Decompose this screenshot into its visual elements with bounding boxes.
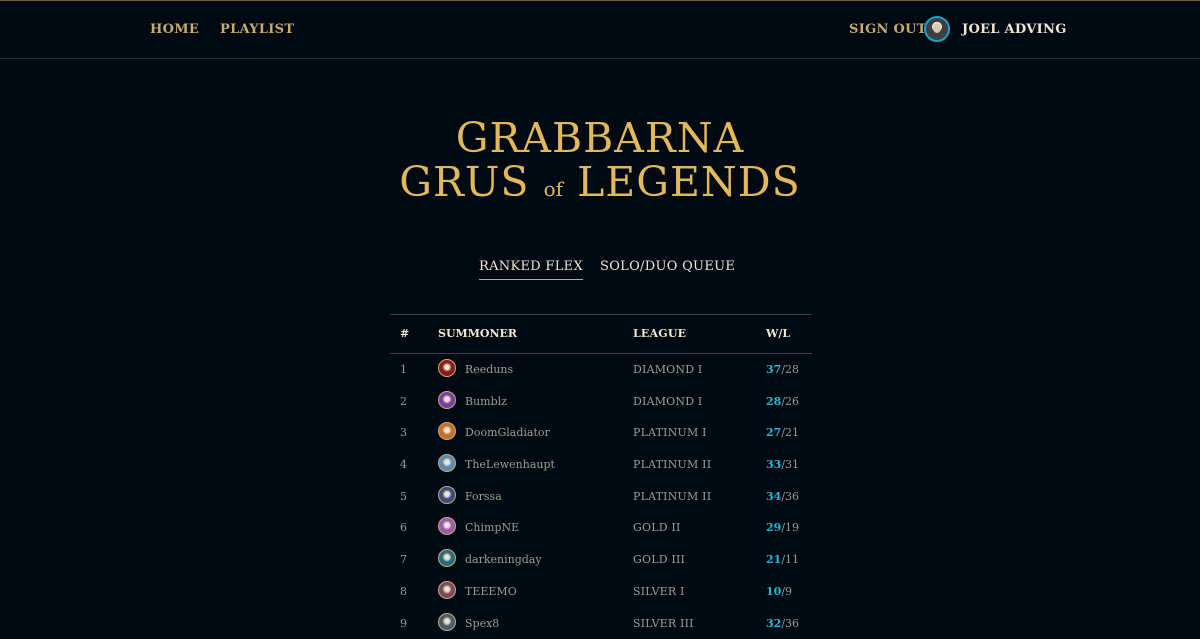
row-rank: 4	[400, 458, 407, 471]
summoner-name[interactable]: DoomGladiator	[465, 426, 550, 439]
leaderboard-table: # SUMMONER LEAGUE W/L 1 Reeduns DIAMOND I 3…	[390, 314, 812, 639]
table-body: 1 Reeduns DIAMOND I 37/28 2 Bumblz DIAMOND I 28…	[390, 354, 812, 639]
losses-count: 9	[785, 585, 792, 598]
tab-solo-duo-queue[interactable]: SOLO/DUO QUEUE	[600, 259, 735, 274]
wins-count: 32	[766, 617, 781, 630]
league-name: PLATINUM I	[633, 426, 707, 439]
row-rank: 3	[400, 426, 407, 439]
row-rank: 6	[400, 521, 407, 534]
table-row[interactable]: 4 TheLewenhaupt PLATINUM II 33/31	[390, 449, 812, 481]
nav-home-link[interactable]: HOME	[150, 22, 199, 37]
league-name: PLATINUM II	[633, 490, 711, 503]
losses-count: 31	[785, 458, 799, 471]
wins-count: 28	[766, 395, 781, 408]
losses-count: 28	[785, 363, 799, 376]
losses-count: 36	[785, 490, 799, 503]
win-loss: 21/11	[766, 553, 799, 566]
title-word-of: of	[544, 177, 563, 201]
wins-count: 10	[766, 585, 781, 598]
top-navbar: HOME PLAYLIST SIGN OUT JOEL ADVING	[0, 1, 1200, 59]
row-rank: 9	[400, 617, 407, 630]
tab-ranked-flex[interactable]: RANKED FLEX	[479, 259, 583, 280]
summoner-name[interactable]: darkeningday	[465, 553, 542, 566]
wins-count: 27	[766, 426, 781, 439]
table-header: # SUMMONER LEAGUE W/L	[390, 315, 812, 354]
wins-count: 29	[766, 521, 781, 534]
row-rank: 2	[400, 395, 407, 408]
losses-count: 36	[785, 617, 799, 630]
sign-out-link[interactable]: SIGN OUT	[849, 22, 927, 37]
header-rank: #	[400, 327, 409, 340]
summoner-icon	[438, 613, 456, 631]
row-rank: 8	[400, 585, 407, 598]
header-league: LEAGUE	[633, 327, 686, 340]
summoner-icon	[438, 391, 456, 409]
table-row[interactable]: 6 ChimpNE GOLD II 29/19	[390, 512, 812, 544]
summoner-name[interactable]: Spex8	[465, 617, 499, 630]
league-name: SILVER I	[633, 585, 685, 598]
wins-count: 21	[766, 553, 781, 566]
win-loss: 34/36	[766, 490, 799, 503]
summoner-icon	[438, 581, 456, 599]
user-name[interactable]: JOEL ADVING	[962, 22, 1067, 37]
league-name: PLATINUM II	[633, 458, 711, 471]
win-loss: 27/21	[766, 426, 799, 439]
summoner-name[interactable]: ChimpNE	[465, 521, 519, 534]
losses-count: 21	[785, 426, 799, 439]
row-rank: 5	[400, 490, 407, 503]
league-name: DIAMOND I	[633, 395, 702, 408]
losses-count: 11	[785, 553, 799, 566]
title-word-legends: LEGENDS	[577, 158, 801, 206]
table-row[interactable]: 2 Bumblz DIAMOND I 28/26	[390, 386, 812, 418]
table-row[interactable]: 5 Forssa PLATINUM II 34/36	[390, 481, 812, 513]
win-loss: 33/31	[766, 458, 799, 471]
summoner-icon	[438, 486, 456, 504]
summoner-icon	[438, 517, 456, 535]
losses-count: 19	[785, 521, 799, 534]
league-name: DIAMOND I	[633, 363, 702, 376]
title-line-1: GRABBARNA	[0, 116, 1200, 160]
win-loss: 29/19	[766, 521, 799, 534]
win-loss: 37/28	[766, 363, 799, 376]
summoner-name[interactable]: TEEEMO	[465, 585, 517, 598]
nav-playlist-link[interactable]: PLAYLIST	[220, 22, 294, 37]
league-name: GOLD II	[633, 521, 681, 534]
win-loss: 32/36	[766, 617, 799, 630]
summoner-icon	[438, 549, 456, 567]
title-word-grus: GRUS	[399, 158, 529, 206]
page-title: GRABBARNA GRUS of LEGENDS	[0, 116, 1200, 211]
header-summoner: SUMMONER	[438, 327, 517, 340]
wins-count: 33	[766, 458, 781, 471]
user-avatar[interactable]	[924, 16, 950, 42]
losses-count: 26	[785, 395, 799, 408]
summoner-name[interactable]: TheLewenhaupt	[465, 458, 555, 471]
table-row[interactable]: 3 DoomGladiator PLATINUM I 27/21	[390, 417, 812, 449]
league-name: GOLD III	[633, 553, 685, 566]
title-line-2: GRUS of LEGENDS	[0, 160, 1200, 211]
league-name: SILVER III	[633, 617, 694, 630]
table-row[interactable]: 7 darkeningday GOLD III 21/11	[390, 544, 812, 576]
win-loss: 10/9	[766, 585, 792, 598]
summoner-icon	[438, 454, 456, 472]
summoner-name[interactable]: Reeduns	[465, 363, 513, 376]
summoner-name[interactable]: Forssa	[465, 490, 502, 503]
avatar-face-icon	[933, 23, 941, 33]
wins-count: 37	[766, 363, 781, 376]
header-wl: W/L	[766, 327, 790, 340]
summoner-icon	[438, 359, 456, 377]
win-loss: 28/26	[766, 395, 799, 408]
table-row[interactable]: 9 Spex8 SILVER III 32/36	[390, 608, 812, 639]
table-row[interactable]: 1 Reeduns DIAMOND I 37/28	[390, 354, 812, 386]
row-rank: 7	[400, 553, 407, 566]
table-row[interactable]: 8 TEEEMO SILVER I 10/9	[390, 576, 812, 608]
wins-count: 34	[766, 490, 781, 503]
summoner-name[interactable]: Bumblz	[465, 395, 507, 408]
summoner-icon	[438, 422, 456, 440]
row-rank: 1	[400, 363, 407, 376]
